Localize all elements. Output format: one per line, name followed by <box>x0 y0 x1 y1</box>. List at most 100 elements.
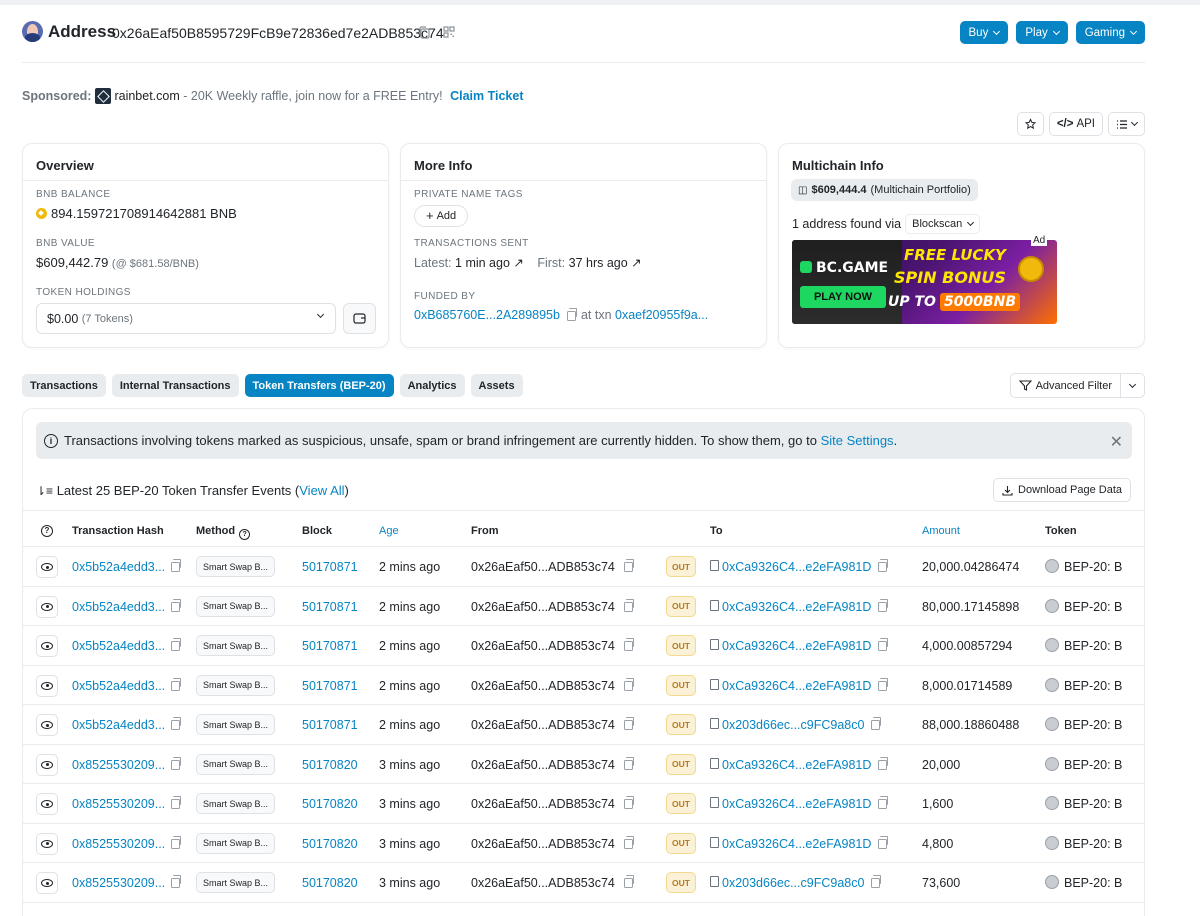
copy-icon[interactable] <box>878 638 889 651</box>
latest-tx-link[interactable]: 1 min ago <box>455 256 510 270</box>
token-link[interactable]: BEP-20: B <box>1064 639 1122 653</box>
token-link[interactable]: BEP-20: B <box>1064 876 1122 890</box>
to-address-text[interactable]: 0xCa9326C4...e2eFA981D <box>722 679 871 693</box>
token-link[interactable]: BEP-20: B <box>1064 718 1122 732</box>
multichain-portfolio-badge[interactable]: ◫ $609,444.4 (Multichain Portfolio) <box>791 179 978 201</box>
copy-icon[interactable] <box>624 796 634 809</box>
copy-icon[interactable] <box>171 598 181 612</box>
view-all-link[interactable]: View All <box>299 483 344 498</box>
copy-icon[interactable] <box>878 598 889 612</box>
copy-icon[interactable] <box>624 875 634 888</box>
download-page-data-button[interactable]: Download Page Data <box>993 478 1131 502</box>
copy-icon[interactable] <box>171 796 181 809</box>
copy-icon[interactable] <box>871 875 882 888</box>
copy-icon[interactable] <box>171 835 181 849</box>
copy-icon[interactable] <box>566 308 577 321</box>
advanced-filter-button[interactable]: Advanced Filter <box>1011 374 1121 397</box>
token-link[interactable]: BEP-20: B <box>1064 837 1122 851</box>
qr-code-icon[interactable] <box>443 26 455 39</box>
copy-icon[interactable] <box>418 26 430 39</box>
copy-icon[interactable] <box>878 677 889 691</box>
advanced-filter-toggle[interactable] <box>1121 374 1144 397</box>
copy-icon[interactable] <box>171 638 181 651</box>
transaction-hash-link[interactable]: 0x5b52a4edd3... <box>72 600 165 614</box>
first-tx-link[interactable]: 37 hrs ago <box>569 256 628 270</box>
to-address-text[interactable]: 0xCa9326C4...e2eFA981D <box>722 600 871 614</box>
token-link[interactable]: BEP-20: B <box>1064 797 1122 811</box>
copy-icon[interactable] <box>624 598 634 612</box>
close-icon[interactable]: ✕ <box>1110 432 1123 452</box>
copy-icon[interactable] <box>171 559 181 572</box>
site-settings-link[interactable]: Site Settings <box>821 433 894 448</box>
transaction-hash-link[interactable]: 0x8525530209... <box>72 797 165 811</box>
eye-icon[interactable] <box>36 556 58 578</box>
tab-internal-transactions[interactable]: Internal Transactions <box>111 374 239 397</box>
copy-icon[interactable] <box>878 559 889 572</box>
block-link[interactable]: 50170820 <box>302 797 358 811</box>
block-link[interactable]: 50170871 <box>302 600 358 614</box>
copy-icon[interactable] <box>624 756 634 770</box>
method-info-icon[interactable]: ? <box>239 529 251 540</box>
transaction-hash-link[interactable]: 0x5b52a4edd3... <box>72 718 165 732</box>
copy-icon[interactable] <box>171 756 181 770</box>
copy-icon[interactable] <box>624 638 634 651</box>
block-link[interactable]: 50170871 <box>302 560 358 574</box>
token-link[interactable]: BEP-20: B <box>1064 758 1122 772</box>
eye-icon[interactable] <box>36 753 58 776</box>
copy-icon[interactable] <box>624 677 634 691</box>
token-link[interactable]: BEP-20: B <box>1064 560 1122 574</box>
eye-icon[interactable] <box>36 595 58 618</box>
copy-icon[interactable] <box>871 717 882 730</box>
claim-ticket-link[interactable]: Claim Ticket <box>450 89 523 103</box>
column-age[interactable]: Age <box>379 525 399 537</box>
block-link[interactable]: 50170871 <box>302 718 358 732</box>
api-button[interactable]: </> API <box>1048 112 1103 136</box>
eye-icon[interactable] <box>36 674 58 697</box>
block-link[interactable]: 50170820 <box>302 876 358 890</box>
help-icon[interactable]: ? <box>41 524 53 537</box>
to-address-text[interactable]: 0xCa9326C4...e2eFA981D <box>722 639 871 653</box>
gaming-button[interactable]: Gaming <box>1075 21 1145 44</box>
favorite-button[interactable] <box>1016 112 1044 136</box>
funding-txn-link[interactable]: 0xaef20955f9a... <box>615 308 708 322</box>
add-tag-button[interactable]: + Add <box>414 205 469 227</box>
block-link[interactable]: 50170820 <box>302 758 358 772</box>
copy-icon[interactable] <box>878 796 889 809</box>
column-amount[interactable]: Amount <box>922 525 960 537</box>
to-address-text[interactable]: 0xCa9326C4...e2eFA981D <box>722 560 871 574</box>
copy-icon[interactable] <box>171 717 181 730</box>
blockscan-dropdown[interactable]: Blockscan <box>905 214 981 234</box>
to-address-text[interactable]: 0x203d66ec...c9FC9a8c0 <box>722 718 864 732</box>
transaction-hash-link[interactable]: 0x5b52a4edd3... <box>72 639 165 653</box>
funded-by-address-link[interactable]: 0xB685760E...2A289895b <box>414 308 560 322</box>
to-address-text[interactable]: 0xCa9326C4...e2eFA981D <box>722 758 871 772</box>
block-link[interactable]: 50170871 <box>302 679 358 693</box>
eye-icon[interactable] <box>36 714 58 736</box>
tab-transactions[interactable]: Transactions <box>22 374 106 397</box>
token-holdings-dropdown[interactable]: $0.00 (7 Tokens) <box>36 303 336 334</box>
bc-game-ad-banner[interactable]: BC.GAME PLAY NOW FREE LUCKY SPIN BONUS U… <box>792 240 1057 324</box>
to-address-text[interactable]: 0xCa9326C4...e2eFA981D <box>722 797 871 811</box>
transaction-hash-link[interactable]: 0x5b52a4edd3... <box>72 679 165 693</box>
transaction-hash-link[interactable]: 0x8525530209... <box>72 837 165 851</box>
eye-icon[interactable] <box>36 872 58 894</box>
tab-analytics[interactable]: Analytics <box>399 374 465 397</box>
transaction-hash-link[interactable]: 0x8525530209... <box>72 876 165 890</box>
buy-button[interactable]: Buy <box>959 21 1009 44</box>
token-link[interactable]: BEP-20: B <box>1064 679 1122 693</box>
copy-icon[interactable] <box>878 756 889 770</box>
sponsor-brand-link[interactable]: rainbet.com <box>114 89 179 103</box>
copy-icon[interactable] <box>878 835 889 849</box>
token-link[interactable]: BEP-20: B <box>1064 600 1122 614</box>
tab-token-transfers[interactable]: Token Transfers (BEP-20) <box>244 374 394 397</box>
eye-icon[interactable] <box>36 635 58 657</box>
copy-icon[interactable] <box>624 835 634 849</box>
wallet-button[interactable] <box>343 303 376 334</box>
play-button[interactable]: Play <box>1016 21 1068 44</box>
to-address-text[interactable]: 0xCa9326C4...e2eFA981D <box>722 837 871 851</box>
to-address-text[interactable]: 0x203d66ec...c9FC9a8c0 <box>722 876 864 890</box>
copy-icon[interactable] <box>171 875 181 888</box>
block-link[interactable]: 50170820 <box>302 837 358 851</box>
eye-icon[interactable] <box>36 832 58 855</box>
copy-icon[interactable] <box>624 559 634 572</box>
